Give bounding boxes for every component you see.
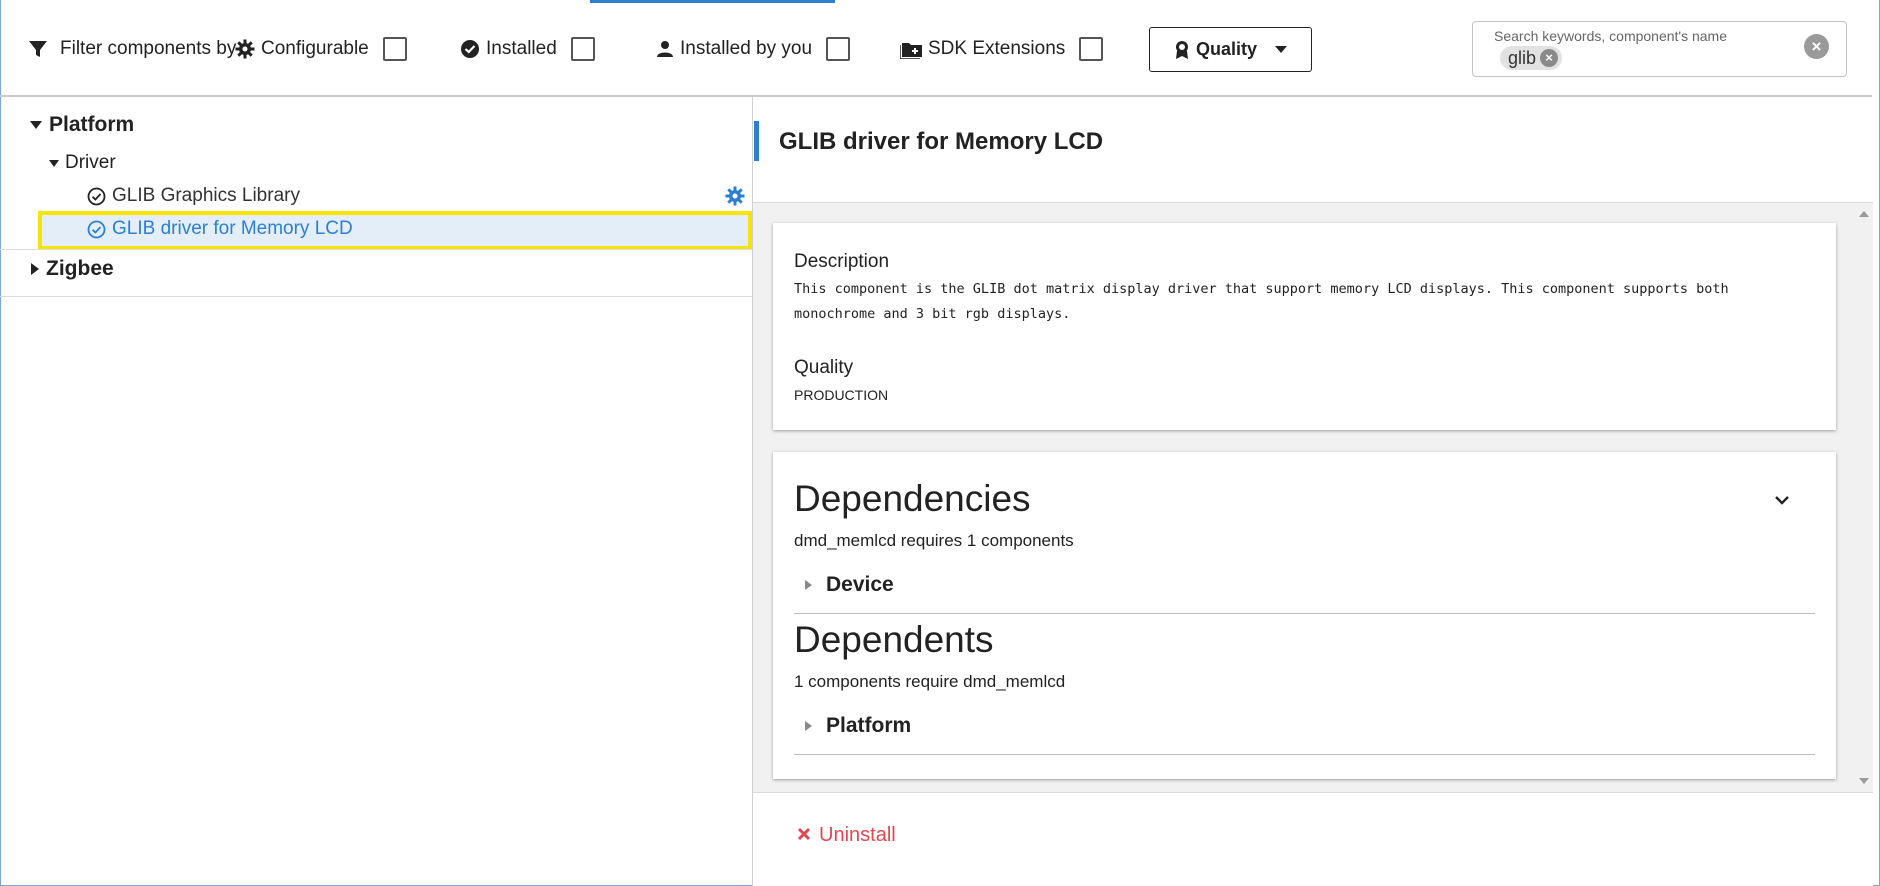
tree-node-label: Zigbee <box>46 257 114 280</box>
detail-scroll-area[interactable]: Description This component is the GLIB d… <box>753 203 1873 792</box>
configurable-label: Configurable <box>261 38 369 59</box>
search-chip-label: glib <box>1508 47 1537 68</box>
sdk-extensions-filter[interactable]: SDK Extensions <box>900 36 1104 62</box>
dependency-group-label: Device <box>826 573 894 596</box>
installed-by-you-checkbox[interactable] <box>826 37 851 61</box>
uninstall-button[interactable]: Uninstall <box>797 824 896 847</box>
component-detail-panel: GLIB driver for Memory LCD Description T… <box>752 97 1873 886</box>
detail-title: GLIB driver for Memory LCD <box>779 128 1104 155</box>
search-placeholder: Search keywords, component's name <box>1494 28 1728 44</box>
dependencies-card: Dependencies dmd_memlcd requires 1 compo… <box>773 452 1836 779</box>
divider <box>794 754 1815 755</box>
folder-plus-icon <box>900 39 924 59</box>
check-circle-icon <box>460 39 480 59</box>
collapsed-caret-icon <box>805 580 812 590</box>
clear-search-icon[interactable]: × <box>1804 34 1829 59</box>
tree-node-zigbee[interactable]: Zigbee <box>31 257 114 281</box>
close-x-icon <box>797 824 811 847</box>
installed-filter[interactable]: Installed <box>460 36 595 62</box>
uninstall-label: Uninstall <box>819 824 896 846</box>
quality-label: Quality <box>794 357 854 378</box>
configure-gear-icon[interactable] <box>725 186 745 206</box>
dependent-group-platform[interactable]: Platform <box>805 714 911 738</box>
person-icon <box>656 40 674 58</box>
description-label: Description <box>794 251 890 272</box>
collapsed-caret-icon <box>31 263 39 275</box>
detail-header: GLIB driver for Memory LCD <box>753 97 1873 203</box>
filter-icon <box>28 39 48 59</box>
detail-footer: Uninstall <box>753 792 1873 886</box>
vertical-scrollbar[interactable] <box>1854 203 1873 792</box>
filter-label-group: Filter components by <box>28 36 236 62</box>
tree-node-driver[interactable]: Driver <box>49 152 116 174</box>
dependent-group-label: Platform <box>826 714 912 737</box>
installed-checkbox[interactable] <box>570 37 595 61</box>
installed-label: Installed <box>486 38 557 59</box>
check-circle-outline-icon <box>87 187 106 206</box>
divider <box>0 296 752 297</box>
tree-item-label: GLIB Graphics Library <box>112 185 300 206</box>
award-ribbon-icon <box>1174 40 1190 60</box>
title-accent-bar <box>754 121 759 161</box>
expand-caret-icon <box>30 121 42 129</box>
quality-dropdown-button[interactable]: Quality <box>1149 27 1312 72</box>
dependencies-heading: Dependencies <box>794 478 1031 519</box>
tree-node-label: Platform <box>49 113 135 136</box>
check-circle-outline-icon <box>87 220 106 239</box>
gear-icon <box>235 39 255 59</box>
description-line-1: This component is the GLIB dot matrix di… <box>794 281 1729 297</box>
component-tree: Platform Driver GLIB Graphics Library GL… <box>0 99 752 886</box>
dependencies-summary: dmd_memlcd requires 1 components <box>794 531 1074 550</box>
collapsed-caret-icon <box>805 721 812 731</box>
sdk-extensions-checkbox[interactable] <box>1079 37 1104 61</box>
quality-value: PRODUCTION <box>794 387 889 403</box>
expand-caret-icon <box>49 159 59 167</box>
search-field[interactable]: Search keywords, component's name glib ×… <box>1472 21 1847 77</box>
installed-by-you-label: Installed by you <box>680 38 813 59</box>
tree-node-label: Driver <box>65 152 116 173</box>
tree-item-glib-graphics-library[interactable]: GLIB Graphics Library <box>87 185 300 207</box>
configurable-checkbox[interactable] <box>382 37 407 61</box>
configurable-filter[interactable]: Configurable <box>235 36 407 62</box>
chip-remove-icon[interactable]: × <box>1540 49 1559 67</box>
tree-item-glib-driver-memory-lcd[interactable]: GLIB driver for Memory LCD <box>87 218 353 240</box>
info-card: Description This component is the GLIB d… <box>773 223 1836 430</box>
scroll-down-arrow-icon[interactable] <box>1859 778 1869 784</box>
tree-node-platform[interactable]: Platform <box>30 113 134 137</box>
collapse-chevron-icon[interactable] <box>1774 493 1790 511</box>
sdk-extensions-label: SDK Extensions <box>928 38 1066 59</box>
dependency-group-device[interactable]: Device <box>805 573 894 597</box>
tree-item-label: GLIB driver for Memory LCD <box>112 218 353 239</box>
description-line-2: monochrome and 3 bit rgb displays. <box>794 306 1071 322</box>
installed-by-you-filter[interactable]: Installed by you <box>656 36 851 62</box>
scroll-up-arrow-icon[interactable] <box>1859 211 1869 217</box>
search-chip[interactable]: glib × <box>1500 46 1563 70</box>
dependents-summary: 1 components require dmd_memlcd <box>794 672 1066 691</box>
filter-bar: Filter components by Configurable Instal… <box>0 0 1872 97</box>
dropdown-caret-icon <box>1275 46 1287 53</box>
divider <box>0 249 752 250</box>
quality-button-label: Quality <box>1195 39 1257 59</box>
filter-label: Filter components by <box>60 38 237 59</box>
dependents-heading: Dependents <box>794 619 994 660</box>
divider <box>794 613 1815 614</box>
